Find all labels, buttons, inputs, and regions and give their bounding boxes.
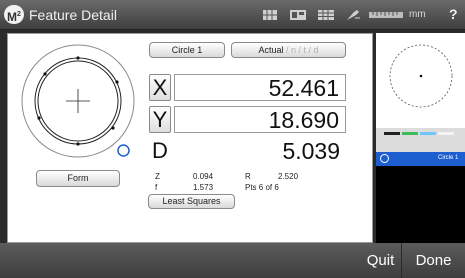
f-value: 1.573 bbox=[193, 183, 214, 192]
preview-circle bbox=[389, 44, 453, 108]
y-axis-button[interactable]: Y bbox=[149, 106, 171, 133]
display-icon[interactable] bbox=[290, 9, 306, 21]
circle-feature-diagram[interactable] bbox=[21, 44, 135, 158]
f-label: f bbox=[155, 183, 158, 192]
feature-name-button[interactable]: Circle 1 bbox=[149, 42, 225, 58]
app-logo[interactable]: M2 bbox=[4, 5, 24, 24]
bottom-bar: Quit Done bbox=[0, 243, 465, 278]
feature-preview[interactable] bbox=[376, 33, 465, 128]
title-bar: M2 Feature Detail mm ? bbox=[0, 0, 465, 30]
done-button[interactable]: Done bbox=[402, 243, 465, 278]
r-label: R bbox=[245, 172, 251, 181]
diameter-value: 5.039 bbox=[282, 138, 340, 164]
feature-circle-icon[interactable] bbox=[117, 144, 130, 157]
d-label: D bbox=[152, 138, 168, 163]
feature-list: Circle 1 bbox=[376, 128, 465, 243]
x-axis-button[interactable]: X bbox=[149, 74, 171, 101]
x-value: 52.461 bbox=[174, 74, 346, 101]
help-button[interactable]: ? bbox=[449, 6, 458, 22]
circle-feature-icon bbox=[380, 154, 389, 163]
mode-active-label: Actual bbox=[258, 45, 284, 55]
y-value: 18.690 bbox=[174, 106, 346, 133]
quit-button[interactable]: Quit bbox=[360, 243, 401, 278]
probe-icon[interactable] bbox=[345, 9, 361, 21]
list-tab-indicator[interactable] bbox=[402, 132, 418, 135]
r-value: 2.520 bbox=[278, 172, 299, 181]
z-value: 0.094 bbox=[193, 172, 214, 181]
form-button[interactable]: Form bbox=[36, 170, 120, 187]
z-label: Z bbox=[155, 172, 160, 181]
mode-inactive-label: / n / t / d bbox=[283, 45, 319, 55]
list-tab-indicator[interactable] bbox=[438, 132, 454, 135]
list-tab-indicator[interactable] bbox=[384, 132, 400, 135]
list-item-selected[interactable]: Circle 1 bbox=[376, 152, 465, 166]
table-icon[interactable] bbox=[318, 9, 334, 21]
least-squares-button[interactable]: Least Squares bbox=[148, 194, 235, 209]
ruler-icon[interactable] bbox=[369, 9, 403, 21]
grid-icon[interactable] bbox=[263, 9, 277, 21]
actual-nominal-mode-button[interactable]: Actual / n / t / d bbox=[231, 42, 346, 58]
feature-list-header bbox=[376, 128, 465, 152]
feature-detail-panel: Form Circle 1 Actual / n / t / d X 52.46… bbox=[7, 33, 373, 243]
points-count: Pts 6 of 6 bbox=[245, 183, 279, 192]
list-tab-indicator[interactable] bbox=[420, 132, 436, 135]
list-item-label: Circle 1 bbox=[438, 155, 459, 161]
page-title: Feature Detail bbox=[29, 7, 117, 23]
units-label[interactable]: mm bbox=[409, 9, 426, 20]
